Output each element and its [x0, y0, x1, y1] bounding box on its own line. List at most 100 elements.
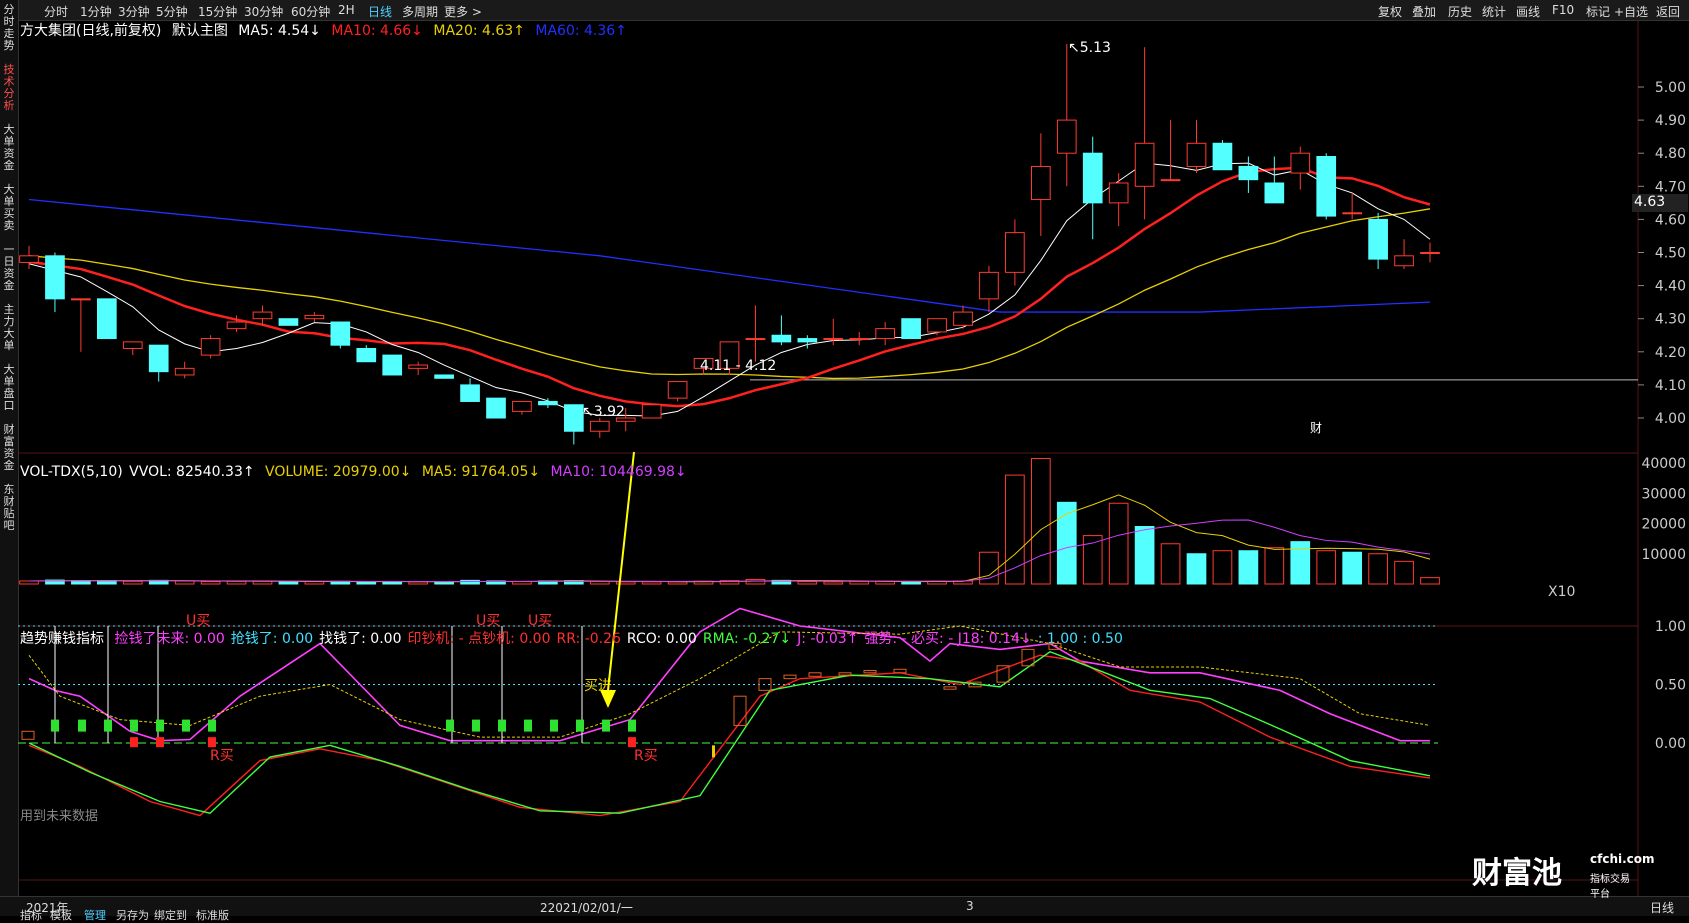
volume-bar: [252, 580, 273, 585]
period-4[interactable]: 15分钟: [198, 3, 237, 20]
rco-block: [783, 674, 797, 680]
sidebar-item-8[interactable]: 东财贴吧: [1, 484, 17, 532]
price-tick-label: 4.80: [1655, 146, 1686, 162]
candle-body: [1108, 182, 1129, 204]
bottom-tab-5[interactable]: 标准版: [196, 907, 229, 923]
indicator-value-0: 捡钱了未来: 0.00: [114, 631, 225, 647]
signal-red-block: [208, 737, 216, 748]
volume-bar: [1264, 547, 1285, 585]
indicator-value-7: J: -0.03↑: [797, 631, 859, 647]
candle-body: [875, 328, 896, 340]
tool-6[interactable]: 标记: [1586, 3, 1610, 20]
period-10[interactable]: 更多 >: [444, 3, 482, 20]
bottom-label-2: 3: [966, 899, 974, 913]
volume-bar: [1420, 577, 1440, 585]
r-buy-label: R买: [634, 748, 658, 764]
sidebar-item-0[interactable]: 分时走势: [1, 4, 17, 52]
volume-tick-label: 30000: [1641, 486, 1686, 502]
tool-0[interactable]: 复权: [1378, 3, 1402, 20]
volume-bar: [278, 581, 299, 585]
volume-bar: [1316, 550, 1337, 585]
ma60-line: [28, 198, 1431, 313]
r-buy-label: R买: [210, 748, 234, 764]
period-7[interactable]: 2H: [338, 3, 355, 17]
volume-bar: [1108, 502, 1129, 585]
volume-bar: [823, 581, 844, 585]
bottom-tab-3[interactable]: 另存为: [116, 907, 149, 923]
sidebar-item-3[interactable]: 大单买卖: [1, 184, 17, 232]
low-label: ↖3.92: [582, 404, 625, 420]
sidebar-item-5[interactable]: 主力大单: [1, 304, 17, 352]
candle-body: [19, 255, 39, 263]
indicator-value-6: RMA: -0.27↓: [702, 631, 792, 647]
price-tick-label: 4.70: [1655, 179, 1686, 195]
candle-body: [122, 341, 143, 349]
stock-title[interactable]: 方大集团(日线,前复权): [20, 23, 161, 39]
tool-2[interactable]: 历史: [1448, 3, 1472, 20]
arrow-line: [607, 451, 635, 691]
indicator-title[interactable]: 趋势赚钱指标: [20, 631, 104, 647]
period-8[interactable]: 日线: [368, 3, 392, 20]
period-3[interactable]: 5分钟: [156, 3, 188, 20]
ma5-line: [28, 162, 1431, 417]
tool-5[interactable]: F10: [1552, 3, 1574, 17]
candle-body: [797, 338, 818, 343]
event-marker: 财: [1310, 421, 1322, 435]
bottom-tab-0[interactable]: 指标: [20, 907, 42, 923]
watermark-brand: 财富池: [1472, 856, 1562, 891]
sidebar-item-6[interactable]: 大单盘口: [1, 364, 17, 412]
candle-body: [1005, 232, 1025, 273]
u-buy-label: U买: [186, 613, 210, 629]
sidebar-item-1[interactable]: 技术分析: [1, 64, 17, 112]
signal-block: [550, 719, 558, 732]
candle-body: [1030, 165, 1051, 201]
period-5[interactable]: 30分钟: [244, 3, 283, 20]
rco-block: [863, 669, 877, 674]
vol-title[interactable]: VOL-TDX(5,10): [20, 464, 123, 480]
tool-4[interactable]: 画线: [1516, 3, 1540, 20]
volume-bar: [408, 581, 429, 585]
period-toolbar: 分时 1分钟 3分钟 5分钟 15分钟 30分钟 60分钟 2H 日线 多周期 更多 > 复权 叠加 历史…: [0, 0, 1689, 21]
ma60-value: MA60: 4.36↑: [535, 23, 627, 39]
indicator-value-2: 找钱了: 0.00: [319, 631, 402, 647]
candle-body: [252, 311, 273, 320]
price-tick-label: 4.60: [1655, 212, 1686, 228]
candle-body: [1264, 182, 1285, 204]
candle-body: [382, 354, 403, 376]
volume-bar: [1394, 560, 1414, 585]
future-data-note: 用到未来数据: [20, 809, 98, 824]
sidebar-item-2[interactable]: 大单资金: [1, 124, 17, 172]
signal-block: [628, 719, 636, 732]
volume-bar: [797, 581, 818, 585]
tool-1[interactable]: 叠加: [1412, 3, 1436, 20]
tool-7[interactable]: +自选: [1614, 3, 1648, 20]
period-1[interactable]: 1分钟: [80, 3, 112, 20]
tool-8[interactable]: 返回: [1656, 3, 1680, 20]
sidebar-item-7[interactable]: 财富资金: [1, 424, 17, 472]
left-sidebar: 分时走势技术分析大单资金大单买卖一日资金主力大单大单盘口财富资金东财贴吧: [0, 0, 19, 915]
bottom-label-1: 22021/02/01/一: [540, 901, 633, 915]
chart-canvas[interactable]: 5.00 4.90 4.80 4.70 4.60 4.50 4.40 4.30 4.20 4.10…: [18, 20, 1689, 896]
candle-body: [849, 338, 870, 341]
bottom-tab-4[interactable]: 绑定到: [154, 907, 187, 923]
price-tick-label: 4.30: [1655, 312, 1686, 328]
chart-theme[interactable]: 默认主图: [172, 23, 228, 39]
tool-3[interactable]: 统计: [1482, 3, 1506, 20]
watermark-logo: 财富池 cfchi.com 指标交易平台: [1472, 848, 1655, 900]
volume-bar: [667, 581, 688, 585]
candle-body: [823, 338, 844, 341]
volume-bar: [1238, 550, 1259, 585]
period-6[interactable]: 60分钟: [291, 3, 330, 20]
price-tick-label: 4.20: [1655, 345, 1686, 361]
rco-block-start: [21, 730, 35, 740]
period-2[interactable]: 3分钟: [118, 3, 150, 20]
candle-body: [486, 397, 506, 419]
bottom-tab-2[interactable]: 管理: [84, 907, 106, 923]
price-tick-label: 4.00: [1655, 411, 1686, 427]
period-0[interactable]: 分时: [44, 3, 68, 20]
bottom-tab-1[interactable]: 模板: [50, 907, 72, 923]
period-9[interactable]: 多周期: [402, 3, 438, 20]
candle-body: [1420, 252, 1440, 254]
sidebar-item-4[interactable]: 一日资金: [1, 244, 17, 292]
candle-body: [1082, 152, 1103, 204]
